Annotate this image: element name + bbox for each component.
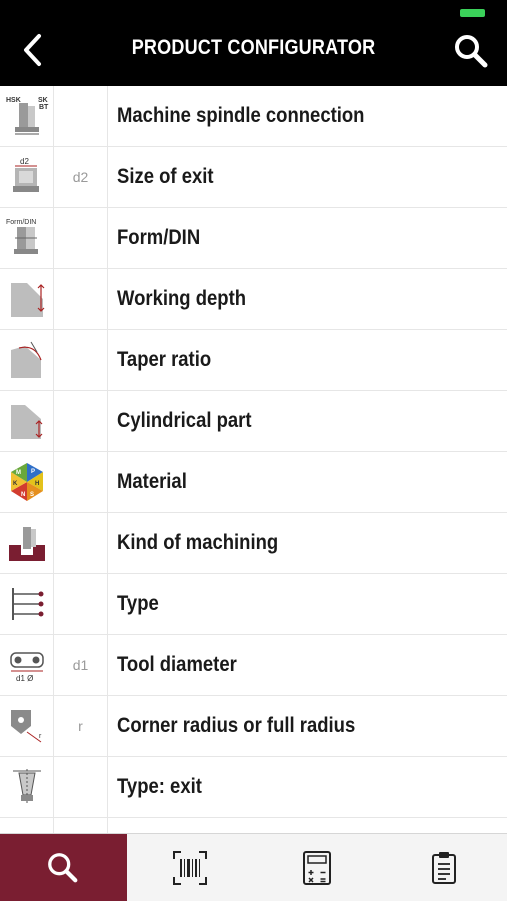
icon-cell: r bbox=[0, 696, 54, 756]
abbr-cell: d1 bbox=[54, 635, 108, 695]
svg-text:S: S bbox=[30, 492, 34, 498]
svg-text:P: P bbox=[31, 469, 35, 475]
svg-text:r: r bbox=[39, 733, 42, 740]
svg-text:d1 Ø: d1 Ø bbox=[16, 674, 33, 683]
abbr-cell: r bbox=[54, 696, 108, 756]
icon-cell bbox=[0, 818, 54, 833]
svg-text:BT: BT bbox=[39, 104, 49, 111]
list-item-machine-spindle-connection[interactable]: HSK SK BT Machine spindle connection bbox=[0, 86, 507, 147]
svg-text:K: K bbox=[13, 481, 18, 487]
tool-diameter-icon: d1 Ø bbox=[9, 652, 44, 683]
icon-cell: P M H K N S bbox=[0, 452, 54, 512]
icon-cell bbox=[0, 269, 54, 329]
exit-size-icon: d2 bbox=[12, 157, 39, 192]
list-item-tool-diameter[interactable]: d1 Ø d1 Tool diameter bbox=[0, 635, 507, 696]
abbr-cell bbox=[54, 452, 108, 512]
svg-text:H: H bbox=[35, 481, 39, 487]
svg-text:N: N bbox=[21, 492, 25, 498]
icon-cell bbox=[0, 330, 54, 390]
svg-text:HSK: HSK bbox=[6, 97, 21, 104]
list-item-working-depth[interactable]: Working depth bbox=[0, 269, 507, 330]
icon-cell: Form/DIN bbox=[0, 208, 54, 268]
list-item-label: Corner radius or full radius bbox=[117, 714, 356, 737]
barcode-scan-icon bbox=[173, 850, 208, 885]
list-item-label: Cylindrical part bbox=[117, 409, 252, 432]
working-depth-icon bbox=[10, 283, 44, 317]
abbr-cell bbox=[54, 574, 108, 634]
header-search-button[interactable] bbox=[448, 28, 494, 74]
icon-cell: d2 bbox=[0, 147, 54, 207]
abbr-cell: d2 bbox=[54, 147, 108, 207]
list-item-label: Kind of machining bbox=[117, 531, 279, 554]
list-item-partial bbox=[0, 818, 507, 833]
tab-search[interactable] bbox=[0, 834, 127, 901]
abbr-cell bbox=[54, 330, 108, 390]
svg-text:M: M bbox=[16, 470, 21, 476]
material-hexagon-icon: P M H K N S bbox=[10, 463, 43, 501]
list-item-label: Size of exit bbox=[117, 165, 214, 188]
list-item-label: Type: exit bbox=[117, 775, 202, 798]
list-item-material[interactable]: P M H K N S Material bbox=[0, 452, 507, 513]
abbr-cell bbox=[54, 513, 108, 573]
list-item-type-exit[interactable]: Type: exit bbox=[0, 757, 507, 818]
list-item-label: Working depth bbox=[117, 287, 247, 310]
list-item-cylindrical-part[interactable]: Cylindrical part bbox=[0, 391, 507, 452]
svg-text:Form/DIN: Form/DIN bbox=[6, 219, 36, 226]
abbr-cell bbox=[54, 391, 108, 451]
configurator-list: HSK SK BT Machine spindle connection d2 … bbox=[0, 86, 507, 833]
abbr-cell bbox=[54, 86, 108, 146]
list-item-label: Form/DIN bbox=[117, 226, 201, 249]
list-item-label: Taper ratio bbox=[117, 348, 212, 371]
tab-clipboard[interactable] bbox=[380, 834, 507, 901]
abbr-cell bbox=[54, 757, 108, 817]
cylindrical-part-icon bbox=[10, 405, 42, 439]
icon-cell bbox=[0, 391, 54, 451]
list-item-label: Type bbox=[117, 592, 159, 615]
icon-cell: HSK SK BT bbox=[0, 86, 54, 146]
bottom-tab-bar bbox=[0, 833, 507, 901]
spindle-connection-icon: HSK SK BT bbox=[6, 97, 49, 135]
corner-radius-icon: r bbox=[10, 710, 42, 743]
app-header: PRODUCT CONFIGURATOR bbox=[0, 0, 507, 86]
type-icon bbox=[11, 588, 43, 620]
page-title: PRODUCT CONFIGURATOR bbox=[131, 36, 376, 59]
icon-cell bbox=[0, 513, 54, 573]
list-item-type[interactable]: Type bbox=[0, 574, 507, 635]
icon-cell: d1 Ø bbox=[0, 635, 54, 695]
taper-ratio-icon bbox=[10, 341, 42, 378]
calculator-icon bbox=[302, 850, 331, 885]
list-item-form-din[interactable]: Form/DIN Form/DIN bbox=[0, 208, 507, 269]
icon-cell bbox=[0, 574, 54, 634]
machining-kind-icon bbox=[8, 527, 45, 561]
clipboard-icon bbox=[431, 851, 456, 884]
list-item-label: Machine spindle connection bbox=[117, 104, 365, 127]
search-icon bbox=[455, 35, 488, 68]
list-item-size-of-exit[interactable]: d2 d2 Size of exit bbox=[0, 147, 507, 208]
type-exit-icon bbox=[12, 769, 41, 803]
svg-text:d2: d2 bbox=[20, 157, 29, 166]
list-item-kind-of-machining[interactable]: Kind of machining bbox=[0, 513, 507, 574]
abbr-cell bbox=[54, 208, 108, 268]
icon-cell bbox=[0, 757, 54, 817]
battery-indicator bbox=[460, 9, 485, 17]
tab-calculator[interactable] bbox=[254, 834, 381, 901]
abbr-cell bbox=[54, 269, 108, 329]
list-item-corner-radius[interactable]: r r Corner radius or full radius bbox=[0, 696, 507, 757]
list-item-label: Material bbox=[117, 470, 187, 493]
svg-text:SK: SK bbox=[38, 97, 48, 104]
abbr-cell bbox=[54, 818, 108, 833]
form-din-icon: Form/DIN bbox=[6, 219, 38, 254]
search-icon bbox=[48, 852, 78, 882]
list-item-taper-ratio[interactable]: Taper ratio bbox=[0, 330, 507, 391]
tab-barcode[interactable] bbox=[127, 834, 254, 901]
list-item-label: Tool diameter bbox=[117, 653, 237, 676]
